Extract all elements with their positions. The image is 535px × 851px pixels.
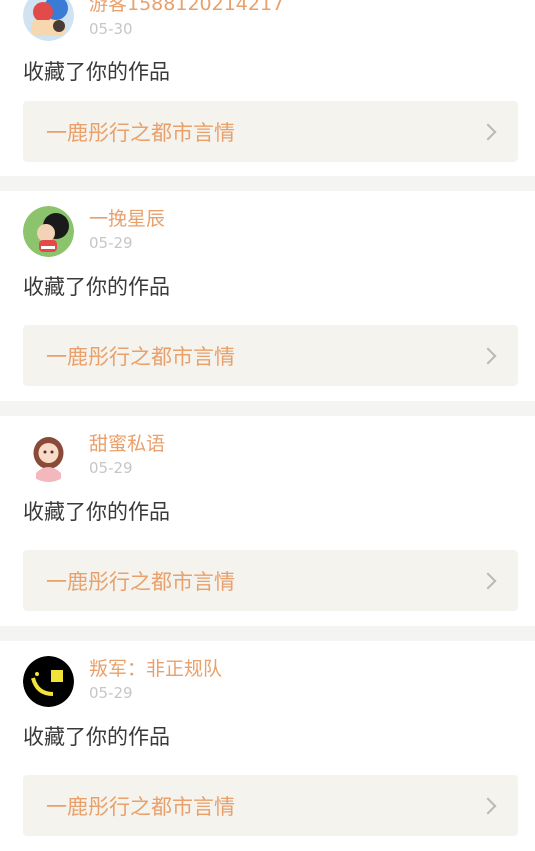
activity-card: 一挽星辰 05-29 收藏了你的作品 一鹿彤行之都市言情 — [0, 191, 535, 401]
work-title: 一鹿彤行之都市言情 — [46, 794, 235, 819]
activity-text: 收藏了你的作品 — [23, 60, 170, 84]
work-title: 一鹿彤行之都市言情 — [46, 344, 235, 369]
work-link[interactable]: 一鹿彤行之都市言情 — [23, 101, 518, 162]
activity-card: 叛军：非正规队 05-29 收藏了你的作品 一鹿彤行之都市言情 — [0, 641, 535, 851]
username[interactable]: 一挽星辰 — [89, 207, 165, 231]
work-link[interactable]: 一鹿彤行之都市言情 — [23, 325, 518, 386]
work-title: 一鹿彤行之都市言情 — [46, 120, 235, 145]
work-title: 一鹿彤行之都市言情 — [46, 569, 235, 594]
avatar[interactable] — [23, 0, 74, 41]
activity-text: 收藏了你的作品 — [23, 500, 170, 524]
chevron-right-icon — [479, 123, 497, 140]
activity-text: 收藏了你的作品 — [23, 725, 170, 749]
username[interactable]: 叛军：非正规队 — [89, 657, 222, 681]
activity-card: 游客1588120214217 05-30 收藏了你的作品 一鹿彤行之都市言情 — [0, 0, 535, 176]
username[interactable]: 游客1588120214217 — [89, 0, 284, 16]
work-link[interactable]: 一鹿彤行之都市言情 — [23, 775, 518, 836]
activity-card: 甜蜜私语 05-29 收藏了你的作品 一鹿彤行之都市言情 — [0, 416, 535, 626]
timestamp: 05-29 — [89, 234, 133, 252]
chevron-right-icon — [479, 572, 497, 589]
avatar[interactable] — [23, 206, 74, 257]
avatar[interactable] — [23, 431, 74, 482]
username[interactable]: 甜蜜私语 — [89, 432, 165, 456]
timestamp: 05-29 — [89, 459, 133, 477]
activity-text: 收藏了你的作品 — [23, 275, 170, 299]
chevron-right-icon — [479, 797, 497, 814]
timestamp: 05-29 — [89, 684, 133, 702]
avatar[interactable] — [23, 656, 74, 707]
work-link[interactable]: 一鹿彤行之都市言情 — [23, 550, 518, 611]
timestamp: 05-30 — [89, 20, 133, 38]
chevron-right-icon — [479, 347, 497, 364]
activity-feed: 游客1588120214217 05-30 收藏了你的作品 一鹿彤行之都市言情 … — [0, 0, 535, 851]
